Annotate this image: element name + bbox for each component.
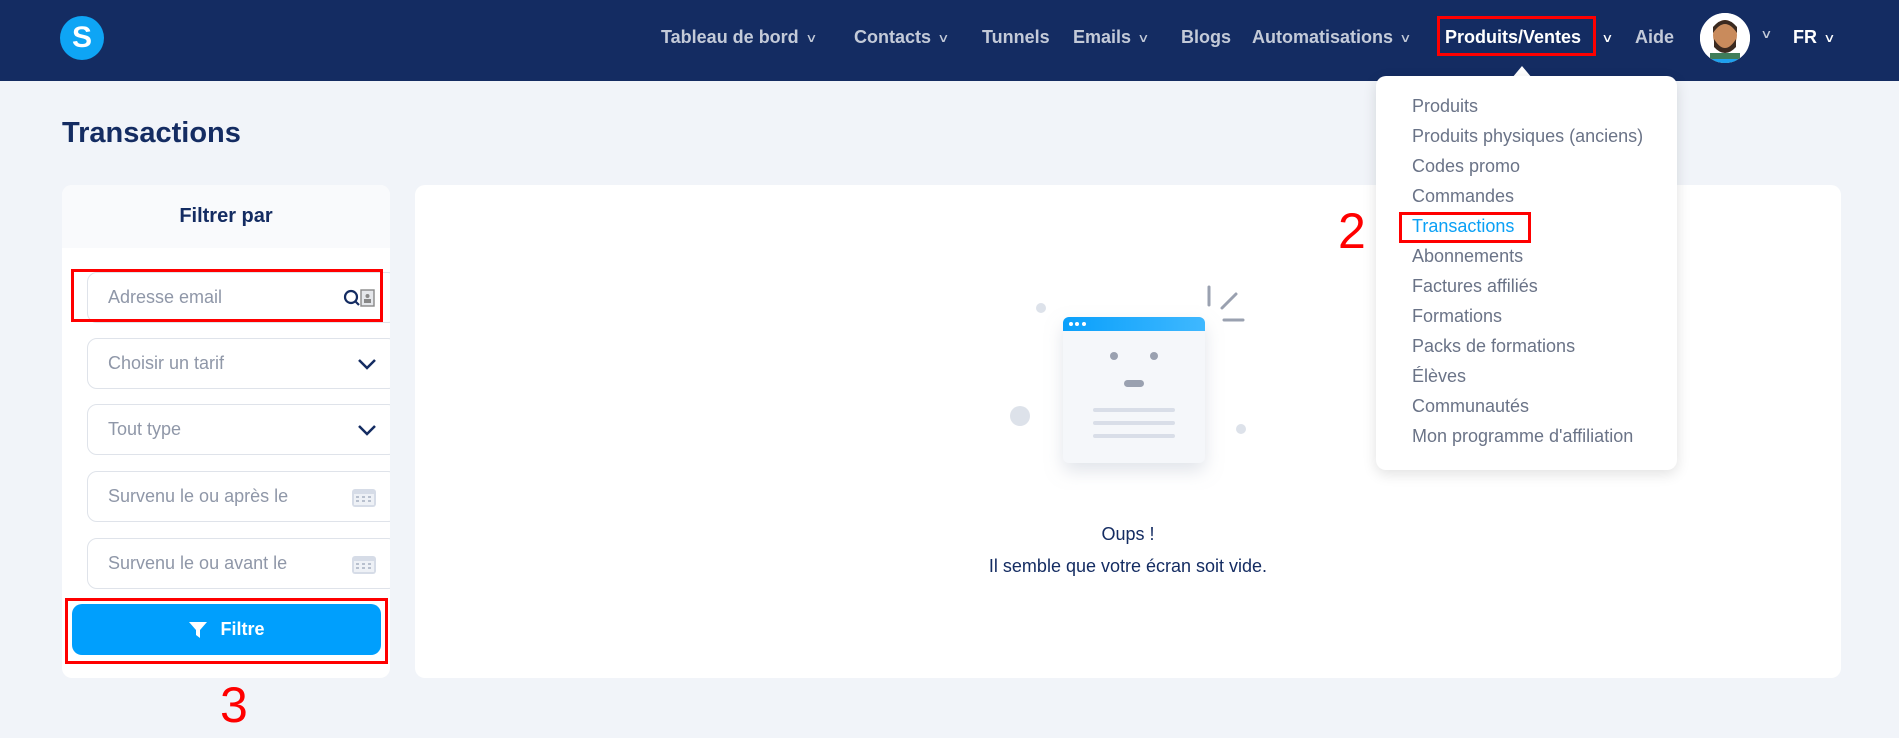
empty-message: Il semble que votre écran soit vide. [988,556,1268,576]
avatar-menu-chevron[interactable]: ∨ [1760,27,1773,41]
dropdown-item[interactable]: Formations [1412,306,1502,327]
filter-heading: Filtrer par [62,185,390,248]
annotation-highlight-box [65,598,388,664]
nav-emails[interactable]: Emails ∨ [1073,27,1150,48]
type-placeholder: Tout type [108,419,182,439]
nav-blogs[interactable]: Blogs [1181,27,1231,48]
date-after-field[interactable]: Survenu le ou après le [87,471,390,522]
language-selector[interactable]: FR ∨ [1793,27,1836,48]
page-title: Transactions [62,117,241,149]
date-before-field[interactable]: Survenu le ou avant le [87,538,390,589]
empty-title: Oups ! [1101,524,1155,544]
tarif-placeholder: Choisir un tarif [108,353,225,373]
chevron-down-icon: ∨ [937,30,950,45]
nav-label: Blogs [1181,27,1232,47]
chevron-down-icon [358,358,376,370]
date-before-placeholder: Survenu le ou avant le [108,553,288,573]
logo[interactable]: S [60,16,104,60]
annotation-highlight-box [1437,16,1596,56]
dropdown-item[interactable]: Produits [1412,96,1478,117]
dropdown-item[interactable]: Produits physiques (anciens) [1412,126,1643,147]
nav-contacts[interactable]: Contacts ∨ [854,27,950,48]
dropdown-item[interactable]: Élèves [1412,366,1466,387]
empty-state-illustration [1010,285,1246,463]
dropdown-item[interactable]: Factures affiliés [1412,276,1538,297]
calendar-icon[interactable] [351,486,377,508]
annotation-step-2: 2 [1338,203,1366,259]
chevron-down-icon: ∨ [1760,27,1773,41]
chevron-down-icon: ∨ [804,30,818,45]
chevron-down-icon: ∨ [1399,30,1412,45]
nav-aide[interactable]: Aide [1635,27,1674,48]
chevron-down-icon [358,424,376,436]
chevron-down-icon: ∨ [1137,30,1150,45]
nav-label: Tunnels [982,27,1050,47]
calendar-icon[interactable] [351,553,377,575]
chevron-down-icon: ∨ [1601,30,1614,45]
nav-label: Tableau de bord [661,27,799,47]
nav-label: Aide [1635,27,1675,47]
language-label: FR [1793,27,1817,47]
dropdown-item[interactable]: Mon programme d'affiliation [1412,426,1633,447]
type-select[interactable]: Tout type [87,404,390,455]
nav-label: Contacts [854,27,932,47]
top-navbar: S Tableau de bord ∨ Contacts ∨ Tunnels Ema… [0,0,1899,81]
annotation-highlight-box [71,269,383,322]
nav-label: Automatisations [1252,27,1394,47]
annotation-highlight-box [1399,212,1531,243]
avatar[interactable] [1700,13,1750,63]
annotation-step-3: 3 [220,677,248,733]
dropdown-item[interactable]: Packs de formations [1412,336,1575,357]
nav-automatisations[interactable]: Automatisations ∨ [1252,27,1412,48]
dropdown-item[interactable]: Communautés [1412,396,1529,417]
date-after-placeholder: Survenu le ou après le [108,486,289,506]
nav-tunnels[interactable]: Tunnels [982,27,1050,48]
tarif-select[interactable]: Choisir un tarif [87,338,390,389]
nav-tableau-de-bord[interactable]: Tableau de bord ∨ [661,27,818,48]
dropdown-item[interactable]: Codes promo [1412,156,1520,177]
produits-ventes-dropdown: Produits Produits physiques (anciens) Code… [1376,76,1677,470]
dropdown-item[interactable]: Commandes [1412,186,1514,207]
nav-label: Emails [1073,27,1132,47]
chevron-down-icon: ∨ [1823,30,1836,45]
dropdown-item[interactable]: Abonnements [1412,246,1523,267]
